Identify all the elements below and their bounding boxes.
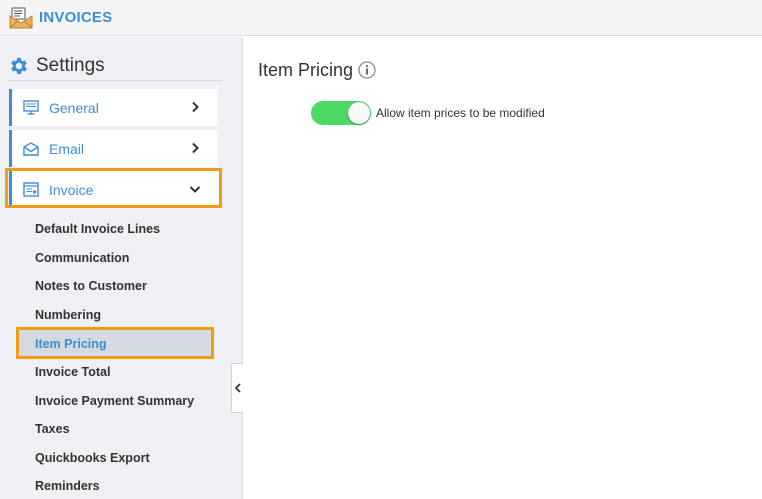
settings-sidebar: Settings General Email Invoice Default I… (0, 37, 243, 499)
sub-item-quickbooks-export[interactable]: Quickbooks Export (35, 451, 150, 465)
sidebar-collapse-button[interactable] (231, 363, 243, 413)
sub-item-invoice-payment-summary[interactable]: Invoice Payment Summary (35, 394, 194, 408)
sub-item-notes-to-customer[interactable]: Notes to Customer (35, 279, 147, 293)
envelope-invoice-icon (9, 7, 33, 29)
allow-price-modification-toggle[interactable] (311, 101, 371, 125)
chevron-down-icon (188, 182, 202, 196)
invoice-icon (22, 182, 39, 198)
toggle-knob (348, 102, 370, 124)
sub-item-item-pricing[interactable]: Item Pricing (35, 337, 107, 351)
top-bar: INVOICES (0, 0, 762, 36)
sidebar-item-label: General (49, 99, 99, 116)
page-title: Item Pricing (258, 60, 354, 80)
sidebar-item-email[interactable]: Email (9, 130, 218, 167)
sub-item-default-invoice-lines[interactable]: Default Invoice Lines (35, 222, 160, 236)
sidebar-item-label: Email (49, 140, 85, 157)
info-icon[interactable] (358, 61, 376, 79)
app-title: INVOICES (39, 9, 113, 26)
settings-title: Settings (36, 54, 105, 76)
settings-header: Settings (8, 51, 222, 81)
sub-item-reminders[interactable]: Reminders (35, 479, 100, 493)
sub-item-invoice-total[interactable]: Invoice Total (35, 365, 110, 379)
chevron-right-icon (188, 100, 202, 114)
sidebar-item-general[interactable]: General (9, 89, 218, 126)
sidebar-item-label: Invoice (49, 181, 94, 198)
chevron-right-icon (188, 141, 202, 155)
envelope-icon (22, 141, 39, 157)
sub-item-communication[interactable]: Communication (35, 251, 129, 265)
sub-item-taxes[interactable]: Taxes (35, 422, 70, 436)
monitor-icon (22, 100, 39, 116)
sub-item-numbering[interactable]: Numbering (35, 308, 101, 322)
chevron-left-icon (234, 383, 242, 393)
main-content: Item Pricing Allow item prices to be mod… (244, 37, 762, 499)
sidebar-item-invoice[interactable]: Invoice (9, 171, 218, 208)
gear-icon (8, 55, 30, 77)
toggle-label: Allow item prices to be modified (376, 106, 545, 120)
